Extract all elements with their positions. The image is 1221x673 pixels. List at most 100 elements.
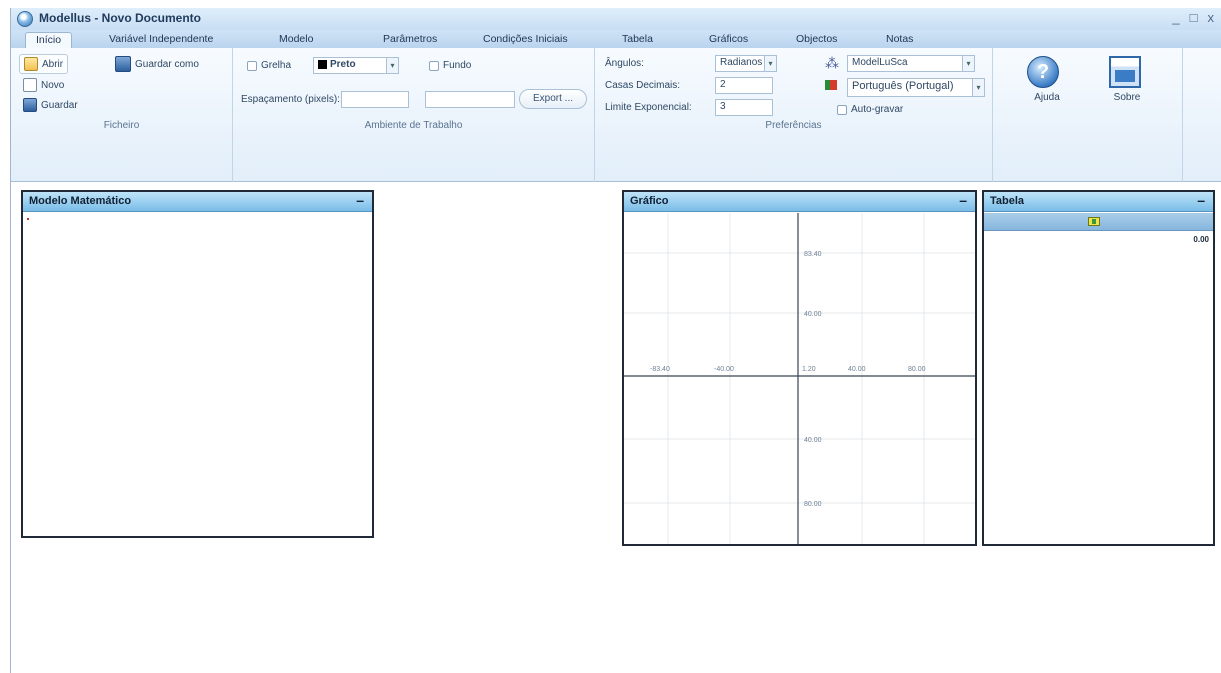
x-tick-label: 40.00 [848, 366, 866, 373]
background-label: Fundo [443, 60, 472, 71]
group-ajuda: ? Ajuda Sobre [993, 48, 1183, 182]
model-select[interactable]: ModelLuSca ▾ [847, 55, 975, 72]
help-icon[interactable]: ? [1027, 56, 1059, 88]
tab-condicoes-iniciais[interactable]: Condições Iniciais [483, 32, 568, 48]
y-tick-label: 40.00 [804, 311, 822, 318]
chevron-down-icon[interactable]: ▾ [962, 56, 974, 71]
save-disk-icon [23, 98, 37, 112]
background-checkbox-box[interactable] [429, 60, 439, 71]
tab-modelo[interactable]: Modelo [279, 32, 313, 48]
chevron-down-icon[interactable]: ▾ [764, 56, 776, 71]
about-button-label[interactable]: Sobre [1107, 92, 1147, 103]
graph-area[interactable]: -83.40 -40.00 1.20 40.00 80.00 83.40 40.… [624, 213, 975, 544]
save-as-label: Guardar como [135, 58, 199, 70]
grid-label: Grelha [261, 60, 292, 71]
x-tick-label: -83.40 [650, 366, 670, 373]
portugal-flag-icon [825, 80, 837, 90]
about-icon[interactable] [1109, 56, 1141, 88]
exponent-input[interactable]: 3 [715, 99, 773, 116]
grid-checkbox[interactable]: Grelha [247, 60, 291, 71]
angles-select[interactable]: Radianos ▾ [715, 55, 777, 72]
y-tick-label: 40.00 [804, 437, 822, 444]
x-tick-label: 80.00 [908, 366, 926, 373]
maximize-window-button[interactable]: □ [1190, 10, 1198, 25]
group-ambiente-trabalho: Grelha Preto ▾ Fundo Espaçamento (pixels… [233, 48, 595, 182]
tab-objectos[interactable]: Objectos [796, 32, 837, 48]
panel-title-modelo: Modelo Matemático [29, 195, 132, 207]
group-preferencias: Ângulos: Radianos ▾ Casas Decimais: 2 Li… [595, 48, 993, 182]
minimize-window-button[interactable]: _ [1172, 10, 1179, 25]
panel-grafico: Gráfico – -83.40 -40.00 1.20 40.00 80.00… [622, 190, 977, 546]
model-value: ModelLuSca [852, 57, 908, 68]
minimize-panel-grafico-button[interactable]: – [959, 192, 967, 208]
language-value: Português (Portugal) [852, 80, 954, 92]
model-editor[interactable] [23, 213, 372, 536]
panel-title-tabela: Tabela [990, 195, 1025, 207]
save-as-icon [115, 56, 131, 72]
x-tick-label: -40.00 [714, 366, 734, 373]
group-ficheiro: Abrir Guardar como Novo Guardar Ficheiro [11, 48, 233, 182]
background-checkbox[interactable]: Fundo [429, 60, 471, 71]
chevron-down-icon[interactable]: ▾ [386, 58, 398, 73]
close-window-button[interactable]: x [1208, 10, 1215, 25]
help-button-label[interactable]: Ajuda [1027, 92, 1067, 103]
grid-color-select[interactable]: Preto ▾ [313, 57, 399, 74]
new-label: Novo [41, 79, 65, 91]
spacing-input[interactable] [341, 91, 409, 108]
autosave-checkbox[interactable]: Auto-gravar [837, 104, 903, 115]
modellus-logo-icon [17, 11, 33, 27]
y-tick-label: 80.00 [804, 501, 822, 508]
group-label-ficheiro: Ficheiro [103, 120, 140, 131]
open-button[interactable]: Abrir [19, 54, 69, 74]
language-select[interactable]: Português (Portugal) ▾ [847, 78, 985, 97]
window-title: Modellus - Novo Documento [39, 11, 201, 25]
grid-checkbox-box[interactable] [247, 60, 257, 71]
decimals-input[interactable]: 2 [715, 77, 773, 94]
group-label-ambiente: Ambiente de Trabalho [364, 120, 463, 131]
autosave-label: Auto-gravar [851, 104, 904, 115]
tab-graficos[interactable]: Gráficos [709, 32, 748, 48]
model-share-icon: ⁂ [825, 55, 839, 71]
exponent-label: Limite Exponencial: [605, 102, 692, 113]
ribbon-tabs: Início Variável Independente Modelo Parâ… [11, 30, 1221, 48]
panel-modelo-matematico: Modelo Matemático – [21, 190, 374, 538]
table-cell[interactable]: 0.00 [1193, 235, 1209, 244]
spacing-label: Espaçamento (pixels): [241, 94, 340, 105]
autosave-checkbox-box[interactable] [837, 104, 847, 115]
color-swatch-icon [318, 59, 327, 69]
group-label-preferencias: Preferências [765, 120, 822, 131]
tab-inicio[interactable]: Início [25, 32, 73, 48]
new-document-icon [23, 78, 37, 92]
export-button[interactable]: Export ... [519, 89, 587, 109]
chevron-down-icon[interactable]: ▾ [972, 79, 984, 96]
panel-header-modelo: Modelo Matemático – [23, 192, 372, 212]
x-tick-label: 1.20 [802, 366, 816, 373]
grid-color-value: Preto [330, 59, 356, 70]
graph-svg: -83.40 -40.00 1.20 40.00 80.00 83.40 40.… [624, 213, 975, 544]
export-path-input[interactable] [425, 91, 515, 108]
angles-label: Ângulos: [605, 58, 644, 69]
open-label: Abrir [42, 58, 64, 70]
save-label: Guardar [41, 99, 78, 111]
graph-grid [624, 213, 975, 544]
tab-parametros[interactable]: Parâmetros [383, 32, 437, 48]
app-window: Modellus - Novo Documento _ □ x Início V… [10, 8, 1221, 673]
decimals-label: Casas Decimais: [605, 80, 681, 91]
angles-value: Radianos [720, 57, 763, 68]
window-controls: _ □ x [1172, 10, 1214, 25]
variable-column-icon[interactable] [1088, 217, 1100, 226]
panel-tabela: Tabela – 0.00 [982, 190, 1215, 546]
folder-open-icon [24, 57, 38, 71]
table-column-header[interactable] [984, 213, 1213, 231]
save-as-button[interactable]: Guardar como [115, 56, 199, 72]
tab-variavel-independente[interactable]: Variável Independente [109, 32, 213, 48]
tab-tabela[interactable]: Tabela [622, 32, 653, 48]
minimize-panel-tabela-button[interactable]: – [1197, 192, 1205, 208]
new-button[interactable]: Novo [23, 78, 64, 92]
tab-notas[interactable]: Notas [886, 32, 913, 48]
panel-header-grafico: Gráfico – [624, 192, 975, 212]
minimize-panel-modelo-button[interactable]: – [356, 192, 364, 208]
panel-header-tabela: Tabela – [984, 192, 1213, 212]
save-button[interactable]: Guardar [23, 98, 78, 112]
y-tick-label: 83.40 [804, 251, 822, 258]
